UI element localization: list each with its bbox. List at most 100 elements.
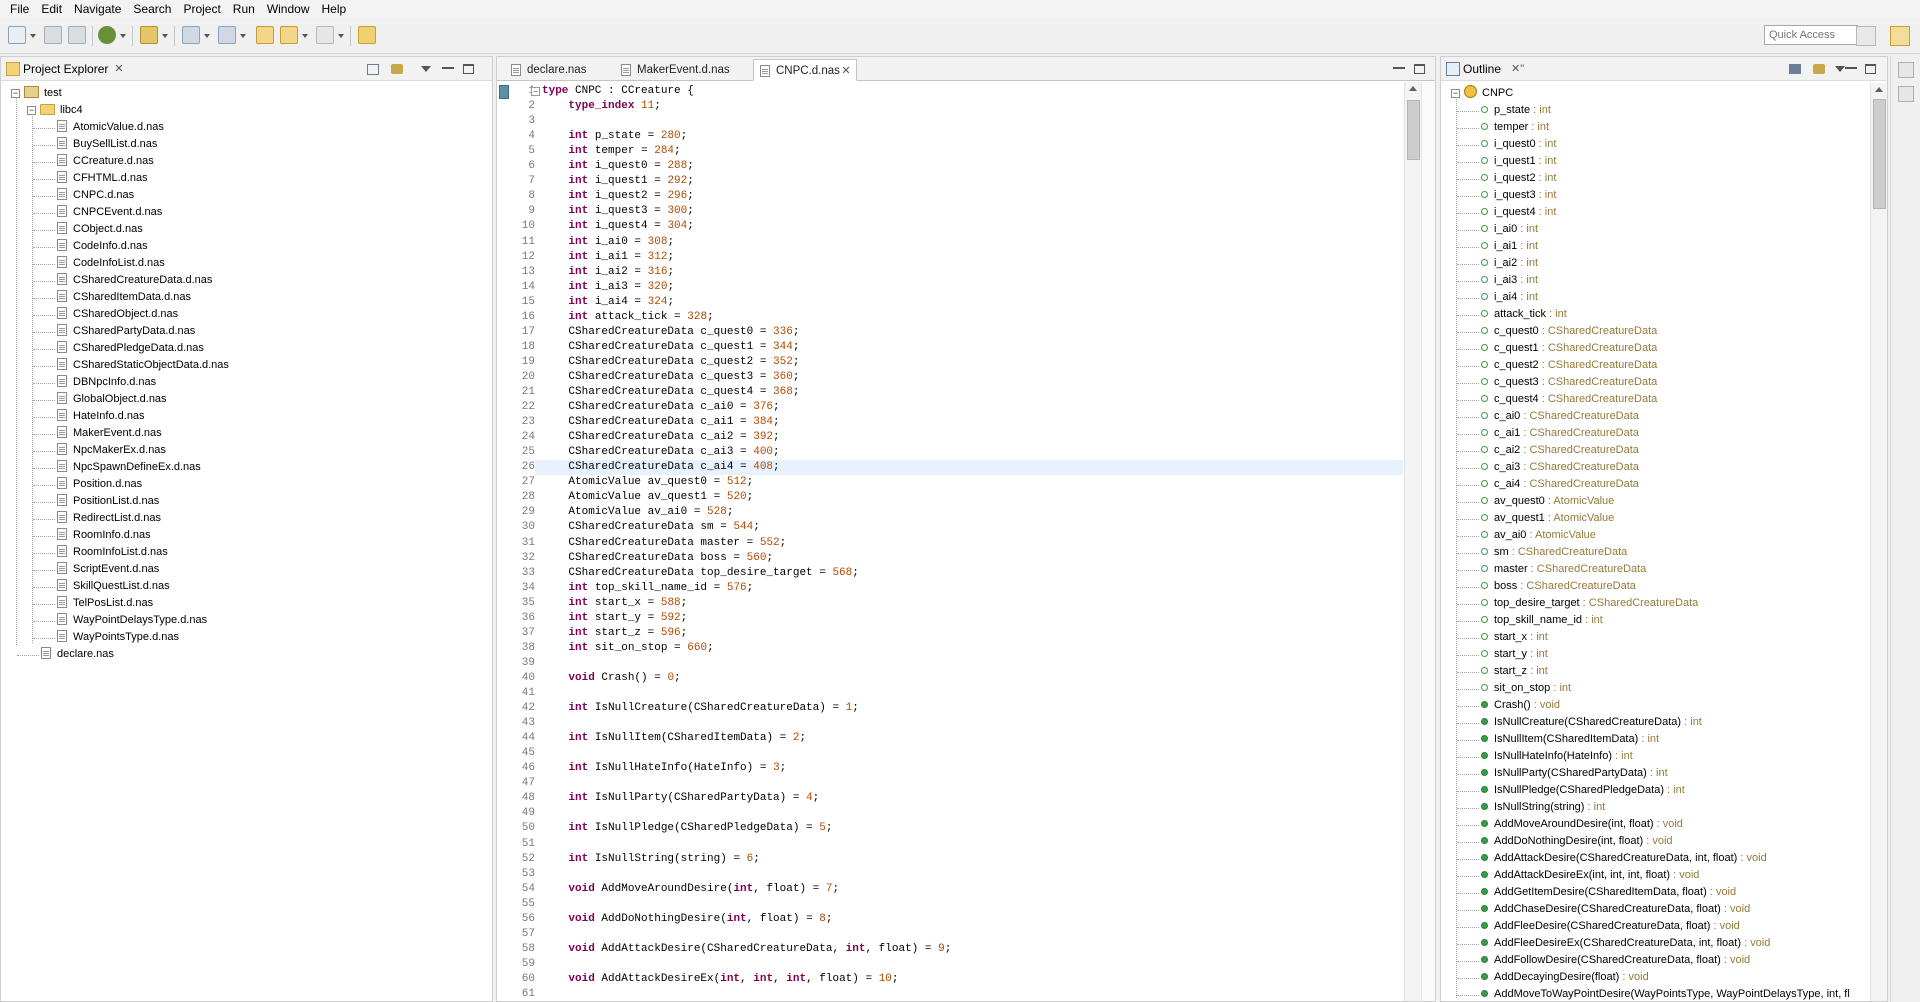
debug-dropdown-icon[interactable]: [120, 34, 126, 38]
code-line[interactable]: CSharedCreatureData c_ai0 = 376;: [542, 400, 779, 415]
code-line[interactable]: int temper = 284;: [542, 144, 680, 159]
last-edit-icon[interactable]: [256, 26, 274, 44]
menu-project[interactable]: Project: [177, 0, 226, 18]
outline-member[interactable]: start_z : int: [1481, 663, 1548, 680]
tree-file[interactable]: DBNpcInfo.d.nas: [57, 374, 156, 391]
outline-member[interactable]: i_quest2 : int: [1481, 170, 1556, 187]
tree-project-test[interactable]: − test: [11, 85, 62, 102]
outline-member[interactable]: i_ai0 : int: [1481, 221, 1538, 238]
code-line[interactable]: type_index 11;: [542, 99, 660, 114]
editor-scroll-thumb[interactable]: [1407, 100, 1420, 160]
tab-cnpc-d-nas[interactable]: CNPC.d.nas ✕: [753, 59, 857, 81]
tree-file[interactable]: CSharedStaticObjectData.d.nas: [57, 357, 229, 374]
wand-icon[interactable]: [140, 26, 158, 44]
code-line[interactable]: CSharedCreatureData c_quest1 = 344;: [542, 340, 799, 355]
outline-member[interactable]: AddMoveAroundDesire(int, float) : void: [1481, 816, 1683, 833]
code-line[interactable]: CSharedCreatureData c_ai4 = 408;: [542, 460, 779, 475]
tree-file[interactable]: CCreature.d.nas: [57, 153, 154, 170]
tree-file[interactable]: MakerEvent.d.nas: [57, 425, 162, 442]
tree-file[interactable]: RoomInfoList.d.nas: [57, 544, 168, 561]
tree-file[interactable]: CSharedPledgeData.d.nas: [57, 340, 204, 357]
code-line[interactable]: CSharedCreatureData sm = 544;: [542, 520, 759, 535]
pin-editor-icon[interactable]: [358, 26, 376, 44]
code-line[interactable]: CSharedCreatureData c_quest3 = 360;: [542, 370, 799, 385]
outline-member[interactable]: c_ai0 : CSharedCreatureData: [1481, 408, 1639, 425]
outline-member[interactable]: i_ai3 : int: [1481, 272, 1538, 289]
tree-file[interactable]: CodeInfoList.d.nas: [57, 255, 165, 272]
outline-member[interactable]: IsNullCreature(CSharedCreatureData) : in…: [1481, 714, 1702, 731]
outline-minimize-icon[interactable]: [1845, 63, 1857, 69]
tree-file[interactable]: Position.d.nas: [57, 476, 142, 493]
outline-member[interactable]: c_quest3 : CSharedCreatureData: [1481, 374, 1657, 391]
code-line[interactable]: CSharedCreatureData c_quest0 = 336;: [542, 325, 799, 340]
tree-file[interactable]: GlobalObject.d.nas: [57, 391, 167, 408]
code-line[interactable]: int IsNullString(string) = 6;: [542, 852, 759, 867]
new-dropdown-icon[interactable]: [30, 34, 36, 38]
tree-file[interactable]: NpcSpawnDefineEx.d.nas: [57, 459, 201, 476]
menu-help[interactable]: Help: [316, 0, 353, 18]
code-line[interactable]: int p_state = 280;: [542, 129, 687, 144]
outline-member[interactable]: c_quest1 : CSharedCreatureData: [1481, 340, 1657, 357]
outline-member[interactable]: c_ai1 : CSharedCreatureData: [1481, 425, 1639, 442]
outline-root-cnpc[interactable]: − CNPC: [1451, 85, 1513, 102]
debug-icon[interactable]: [98, 26, 116, 44]
outline-member[interactable]: AddAttackDesire(CSharedCreatureData, int…: [1481, 850, 1767, 867]
outline-member[interactable]: av_quest1 : AtomicValue: [1481, 510, 1614, 527]
link-editor-icon[interactable]: [391, 64, 403, 74]
menu-file[interactable]: File: [4, 0, 35, 18]
tree-file-root[interactable]: declare.nas: [41, 646, 114, 663]
outline-member[interactable]: AddGetItemDesire(CSharedItemData, float)…: [1481, 884, 1736, 901]
code-line[interactable]: int i_ai2 = 316;: [542, 265, 674, 280]
tree-file[interactable]: RoomInfo.d.nas: [57, 527, 151, 544]
code-line[interactable]: int i_quest3 = 300;: [542, 204, 693, 219]
tree-file[interactable]: CNPCEvent.d.nas: [57, 204, 162, 221]
outline-member[interactable]: c_quest4 : CSharedCreatureData: [1481, 391, 1657, 408]
outline-member[interactable]: AddMoveToWayPointDesire(WayPointsType, W…: [1481, 986, 1850, 1001]
tree-file[interactable]: WayPointsType.d.nas: [57, 629, 179, 646]
code-line[interactable]: void Crash() = 0;: [542, 671, 680, 686]
collapse-all-icon[interactable]: [367, 64, 379, 75]
code-line[interactable]: int sit_on_stop = 660;: [542, 641, 713, 656]
outline-member[interactable]: AddDecayingDesire(float) : void: [1481, 969, 1649, 986]
save-all-icon[interactable]: [68, 26, 86, 44]
next-annotation-icon[interactable]: [182, 26, 200, 44]
outline-member[interactable]: sm : CSharedCreatureData: [1481, 544, 1627, 561]
code-line[interactable]: int start_z = 596;: [542, 626, 687, 641]
outline-member[interactable]: i_quest4 : int: [1481, 204, 1556, 221]
next-annotation-dropdown-icon[interactable]: [204, 34, 210, 38]
outline-member[interactable]: IsNullHateInfo(HateInfo) : int: [1481, 748, 1633, 765]
outline-member[interactable]: IsNullString(string) : int: [1481, 799, 1605, 816]
tree-file[interactable]: ScriptEvent.d.nas: [57, 561, 159, 578]
outline-member[interactable]: sit_on_stop : int: [1481, 680, 1571, 697]
forward-dropdown-icon[interactable]: [338, 34, 344, 38]
code-line[interactable]: void AddAttackDesireEx(int, int, int, fl…: [542, 972, 898, 987]
code-line[interactable]: int i_ai3 = 320;: [542, 280, 674, 295]
outline-member[interactable]: AddFleeDesire(CSharedCreatureData, float…: [1481, 918, 1740, 935]
outline-member[interactable]: i_ai4 : int: [1481, 289, 1538, 306]
code-line[interactable]: CSharedCreatureData c_quest4 = 368;: [542, 385, 799, 400]
tree-file[interactable]: CSharedPartyData.d.nas: [57, 323, 195, 340]
tab-close-icon[interactable]: ✕: [840, 65, 852, 77]
code-line[interactable]: int IsNullParty(CSharedPartyData) = 4;: [542, 791, 819, 806]
outline-member[interactable]: start_y : int: [1481, 646, 1548, 663]
code-line[interactable]: CSharedCreatureData master = 552;: [542, 536, 786, 551]
tab-declare-nas[interactable]: declare.nas: [505, 59, 613, 81]
menu-run[interactable]: Run: [227, 0, 261, 18]
tree-file[interactable]: AtomicValue.d.nas: [57, 119, 164, 136]
outline-scroll-thumb[interactable]: [1873, 99, 1886, 209]
code-line[interactable]: type CNPC : CCreature {: [542, 84, 694, 99]
outline-member[interactable]: temper : int: [1481, 119, 1549, 136]
close-icon[interactable]: ✕: [113, 63, 125, 75]
code-line[interactable]: int i_quest0 = 288;: [542, 159, 693, 174]
tree-file[interactable]: NpcMakerEx.d.nas: [57, 442, 166, 459]
fold-icon[interactable]: −: [531, 87, 540, 96]
tree-file[interactable]: TelPosList.d.nas: [57, 595, 153, 612]
tree-file[interactable]: PositionList.d.nas: [57, 493, 159, 510]
code-line[interactable]: AtomicValue av_ai0 = 528;: [542, 505, 733, 520]
outline-member[interactable]: c_quest2 : CSharedCreatureData: [1481, 357, 1657, 374]
link-outline-icon[interactable]: [1813, 64, 1825, 74]
code-line[interactable]: int i_ai0 = 308;: [542, 235, 674, 250]
new-icon[interactable]: [8, 26, 26, 44]
outline-member[interactable]: av_quest0 : AtomicValue: [1481, 493, 1614, 510]
tree-file[interactable]: CNPC.d.nas: [57, 187, 134, 204]
